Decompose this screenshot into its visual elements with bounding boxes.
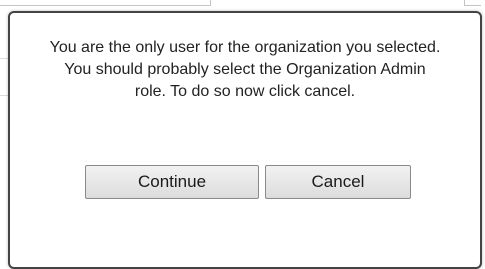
background-control — [464, 0, 481, 6]
dialog-message: You are the only user for the organizati… — [10, 37, 480, 103]
message-line: You are the only user for the organizati… — [49, 39, 441, 56]
confirmation-dialog: You are the only user for the organizati… — [8, 11, 482, 269]
message-line: role. To do so now click cancel. — [134, 83, 356, 100]
background-input-field — [0, 0, 211, 6]
continue-button[interactable]: Continue — [85, 165, 259, 199]
cancel-button[interactable]: Cancel — [265, 165, 411, 199]
message-line: You should probably select the Organizat… — [64, 61, 426, 78]
